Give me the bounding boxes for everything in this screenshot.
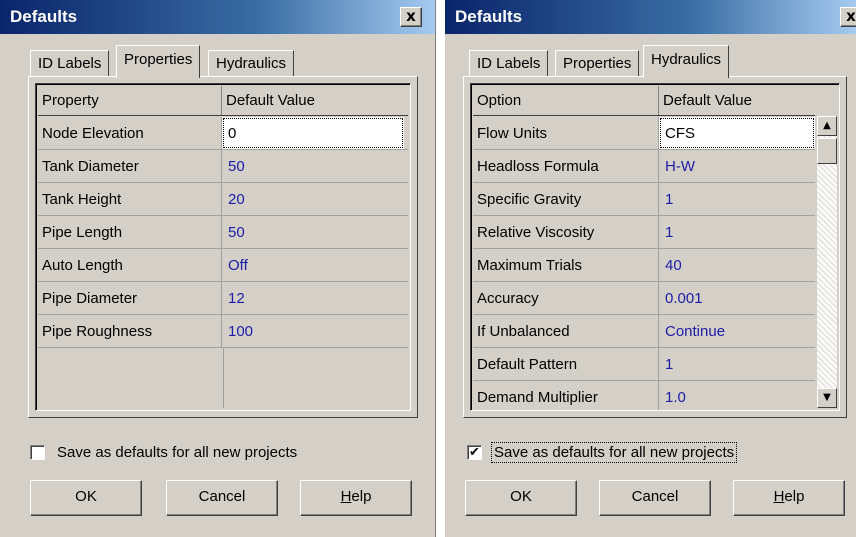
row-value[interactable]: 1	[659, 183, 673, 215]
save-defaults-checkbox[interactable]	[30, 444, 45, 460]
tab-hydraulics[interactable]: Hydraulics	[208, 50, 295, 76]
column-header-default-value: Default Value	[663, 92, 752, 109]
row-value[interactable]: 50	[222, 216, 245, 248]
scroll-down-arrow-icon[interactable]: ▼	[817, 388, 837, 408]
grid-header: Option Default Value	[473, 86, 815, 116]
scroll-up-arrow-icon[interactable]: ▲	[817, 116, 837, 136]
defaults-dialog-properties: Defaults x ID Labels Properties Hydrauli…	[0, 0, 436, 537]
cancel-button[interactable]: Cancel	[166, 480, 278, 516]
grid-row[interactable]: Default Pattern 1	[473, 348, 815, 381]
tab-hydraulics[interactable]: Hydraulics	[643, 45, 730, 78]
save-defaults-option[interactable]: Save as defaults for all new projects	[30, 441, 299, 463]
ok-button[interactable]: OK	[465, 480, 577, 516]
defaults-dialog-hydraulics: Defaults x ID Labels Properties Hydrauli…	[444, 0, 856, 537]
row-name: Pipe Diameter	[38, 282, 222, 314]
grid-row[interactable]: Tank Height 20	[38, 183, 408, 216]
row-value[interactable]: 50	[222, 150, 245, 182]
grid-row[interactable]: Pipe Length 50	[38, 216, 408, 249]
grid-row[interactable]: Pipe Roughness 100	[38, 315, 408, 348]
row-value-editor[interactable]: CFS	[659, 117, 815, 149]
row-name: Pipe Length	[38, 216, 222, 248]
row-value[interactable]: 1	[659, 348, 673, 380]
cancel-button[interactable]: Cancel	[599, 480, 711, 516]
save-defaults-option[interactable]: ✔ Save as defaults for all new projects	[467, 441, 738, 463]
grid-row[interactable]: Tank Diameter 50	[38, 150, 408, 183]
save-defaults-label: Save as defaults for all new projects	[57, 443, 298, 461]
row-value[interactable]: H-W	[659, 150, 695, 182]
help-label: elp	[351, 488, 372, 505]
row-name: Pipe Roughness	[38, 315, 222, 347]
row-value[interactable]: Continue	[659, 315, 725, 347]
title-bar: Defaults x	[445, 0, 856, 34]
grid-row[interactable]: Maximum Trials 40	[473, 249, 815, 282]
column-header-default-value: Default Value	[226, 92, 315, 109]
hydraulics-tab-panel: Option Default Value Flow Units CFS Head…	[463, 76, 847, 418]
help-button[interactable]: Help	[300, 480, 412, 516]
row-value[interactable]: 1	[659, 216, 673, 248]
grid-row[interactable]: Flow Units CFS	[473, 117, 815, 150]
tab-id-labels[interactable]: ID Labels	[469, 50, 549, 76]
save-defaults-label: Save as defaults for all new projects	[490, 441, 738, 463]
row-value-editor[interactable]: 0	[222, 117, 404, 149]
row-value[interactable]: 100	[222, 315, 253, 347]
row-name: Default Pattern	[473, 348, 659, 380]
row-name: Tank Diameter	[38, 150, 222, 182]
row-value[interactable]: 20	[222, 183, 245, 215]
vertical-scrollbar[interactable]: ▲ ▼	[817, 116, 837, 408]
grid-row[interactable]: Relative Viscosity 1	[473, 216, 815, 249]
grid-row[interactable]: Auto Length Off	[38, 249, 408, 282]
column-header-option: Option	[473, 86, 659, 115]
row-name: If Unbalanced	[473, 315, 659, 347]
grid-row[interactable]: Accuracy 0.001	[473, 282, 815, 315]
column-divider	[223, 348, 224, 408]
option-grid: Option Default Value Flow Units CFS Head…	[470, 83, 840, 411]
row-name: Node Elevation	[38, 117, 222, 149]
row-value[interactable]: 0.001	[659, 282, 703, 314]
row-name: Flow Units	[473, 117, 659, 149]
help-button[interactable]: Help	[733, 480, 845, 516]
grid-row[interactable]: If Unbalanced Continue	[473, 315, 815, 348]
row-name: Maximum Trials	[473, 249, 659, 281]
save-defaults-checkbox[interactable]: ✔	[467, 444, 482, 460]
grid-row[interactable]: Pipe Diameter 12	[38, 282, 408, 315]
tab-id-labels[interactable]: ID Labels	[30, 50, 110, 76]
grid-header: Property Default Value	[38, 86, 408, 116]
dialog-title: Defaults	[455, 7, 523, 26]
row-value[interactable]: 12	[222, 282, 245, 314]
grid-row[interactable]: Demand Multiplier 1.0	[473, 381, 815, 410]
row-name: Accuracy	[473, 282, 659, 314]
help-accelerator: H	[340, 488, 352, 505]
scrollbar-thumb[interactable]	[817, 138, 837, 164]
row-name: Auto Length	[38, 249, 222, 281]
row-name: Specific Gravity	[473, 183, 659, 215]
close-icon[interactable]: x	[840, 7, 856, 27]
grid-row[interactable]: Node Elevation 0	[38, 117, 408, 150]
ok-button[interactable]: OK	[30, 480, 142, 516]
help-label: elp	[784, 488, 805, 505]
row-name: Tank Height	[38, 183, 222, 215]
row-value[interactable]: 1.0	[659, 381, 686, 410]
tab-properties[interactable]: Properties	[555, 50, 640, 76]
help-accelerator: H	[773, 488, 785, 505]
row-name: Demand Multiplier	[473, 381, 659, 410]
row-name: Relative Viscosity	[473, 216, 659, 248]
column-header-property: Property	[38, 86, 222, 115]
row-name: Headloss Formula	[473, 150, 659, 182]
tab-properties[interactable]: Properties	[116, 45, 201, 78]
property-grid: Property Default Value Node Elevation 0 …	[35, 83, 411, 411]
grid-row[interactable]: Specific Gravity 1	[473, 183, 815, 216]
title-bar: Defaults x	[0, 0, 435, 34]
properties-tab-panel: Property Default Value Node Elevation 0 …	[28, 76, 418, 418]
row-value[interactable]: Off	[222, 249, 248, 281]
grid-row[interactable]: Headloss Formula H-W	[473, 150, 815, 183]
close-icon[interactable]: x	[400, 7, 422, 27]
dialog-title: Defaults	[10, 7, 78, 26]
row-value[interactable]: 40	[659, 249, 682, 281]
